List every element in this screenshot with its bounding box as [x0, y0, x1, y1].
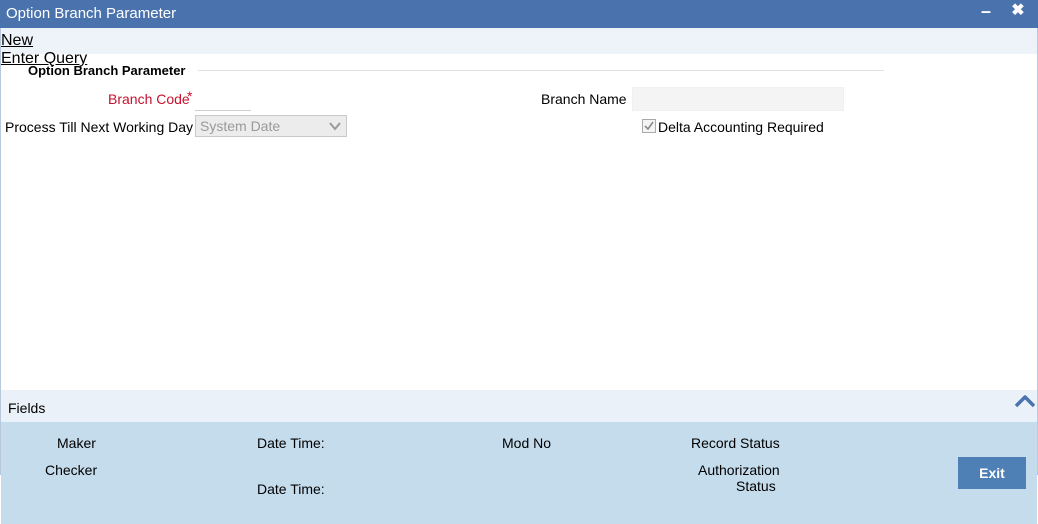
record-status-label: Record Status — [691, 435, 780, 451]
required-marker: * — [187, 88, 193, 104]
branch-name-field — [632, 87, 844, 111]
mod-no-label: Mod No — [502, 435, 552, 451]
chevron-up-icon[interactable] — [1013, 390, 1037, 414]
fields-bar: Fields — [1, 390, 1037, 422]
chevron-down-icon — [329, 122, 341, 131]
branch-name-label: Branch Name — [541, 91, 627, 107]
delta-accounting-checkbox[interactable] — [642, 119, 656, 133]
section-title: Option Branch Parameter — [28, 63, 186, 78]
process-till-select[interactable]: System Date — [195, 115, 347, 137]
menu-strip — [1, 28, 1037, 54]
maker-date-time-label: Date Time: — [257, 435, 325, 451]
branch-code-input[interactable] — [195, 88, 251, 111]
window-titlebar: Option Branch Parameter – ✖ — [0, 0, 1038, 28]
checker-date-time-label: Date Time: — [257, 481, 325, 497]
delta-accounting-label: Delta Accounting Required — [658, 119, 824, 135]
authorization-label: Authorization — [698, 462, 780, 478]
section-divider — [198, 70, 884, 71]
exit-button[interactable]: Exit — [958, 457, 1026, 489]
close-icon[interactable]: ✖ — [1008, 2, 1028, 22]
fields-label: Fields — [8, 400, 46, 416]
branch-code-label: Branch Code — [108, 91, 190, 107]
new-link[interactable]: New — [1, 32, 33, 50]
process-till-value: System Date — [200, 118, 281, 134]
checker-label: Checker — [45, 462, 98, 478]
maker-label: Maker — [57, 435, 96, 451]
minimize-icon[interactable]: – — [976, 1, 996, 21]
check-icon — [644, 121, 654, 131]
window-title: Option Branch Parameter — [6, 5, 177, 22]
authorization-status-label: Status — [736, 478, 776, 494]
process-till-label: Process Till Next Working Day — [5, 119, 194, 135]
